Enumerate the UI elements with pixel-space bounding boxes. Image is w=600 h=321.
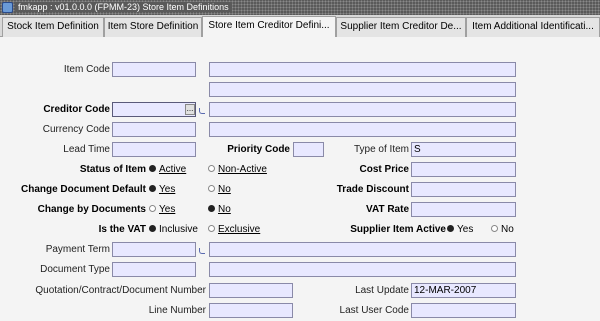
lead-time-field[interactable]: [112, 142, 196, 157]
item-code-label: Item Code: [63, 64, 110, 75]
vat-rate-field[interactable]: [411, 202, 516, 217]
status-non-active-radio[interactable]: Non-Active: [208, 162, 267, 178]
window-title: fmkapp : v01.0.0.0 (FPMM-23) Store Item …: [15, 2, 232, 12]
status-of-item-label: Status of Item: [79, 164, 146, 175]
title-bar: fmkapp : v01.0.0.0 (FPMM-23) Store Item …: [0, 0, 600, 15]
supplier-active-no-radio[interactable]: No: [491, 222, 514, 238]
change-doc-default-yes-radio[interactable]: Yes: [149, 182, 175, 198]
priority-code-field[interactable]: [293, 142, 324, 157]
radio-selected-icon: [149, 224, 156, 232]
last-user-code-field[interactable]: [411, 303, 516, 318]
tab-strip: Stock Item Definition Item Store Definit…: [0, 15, 600, 38]
vat-rate-label: VAT Rate: [366, 204, 409, 215]
status-active-radio[interactable]: Active: [149, 162, 186, 178]
app-icon: [2, 2, 13, 13]
tab-supplier-item-creditor-definition[interactable]: Supplier Item Creditor De...: [336, 17, 466, 37]
change-document-default-label: Change Document Default: [20, 184, 146, 195]
change-by-documents-label: Change by Documents: [37, 204, 146, 215]
tab-item-store-definition[interactable]: Item Store Definition: [104, 17, 202, 37]
tab-stock-item-definition[interactable]: Stock Item Definition: [2, 17, 104, 37]
change-by-docs-no-radio[interactable]: No: [208, 202, 231, 218]
document-type-field[interactable]: [112, 262, 196, 277]
document-type-label: Document Type: [40, 264, 110, 275]
payment-term-label: Payment Term: [45, 244, 110, 255]
creditor-name-field[interactable]: [209, 102, 516, 117]
tab-item-additional-identification[interactable]: Item Additional Identificati...: [466, 17, 600, 37]
supplier-item-active-label: Supplier Item Active: [350, 224, 446, 235]
tab-store-item-creditor-definition[interactable]: Store Item Creditor Defini...: [202, 16, 336, 38]
change-doc-default-no-radio[interactable]: No: [208, 182, 231, 198]
item-code-field[interactable]: [112, 62, 196, 77]
lead-time-label: Lead Time: [63, 144, 110, 155]
quotation-number-field[interactable]: [209, 283, 293, 298]
type-of-item-field[interactable]: S: [411, 142, 516, 157]
cost-price-label: Cost Price: [359, 164, 409, 175]
trade-discount-label: Trade Discount: [336, 184, 409, 195]
link-icon: [199, 248, 205, 254]
radio-selected-icon: [149, 184, 156, 192]
creditor-code-label: Creditor Code: [43, 104, 110, 115]
item-description-field[interactable]: [209, 62, 516, 77]
change-by-docs-yes-radio[interactable]: Yes: [149, 202, 175, 218]
priority-code-label: Priority Code: [227, 144, 290, 155]
quotation-number-label: Quotation/Contract/Document Number: [35, 285, 206, 296]
last-user-code-label: Last User Code: [339, 305, 409, 316]
radio-selected-icon: [447, 224, 454, 232]
type-of-item-label: Type of Item: [353, 144, 409, 155]
radio-unselected-icon: [208, 224, 215, 232]
radio-unselected-icon: [208, 184, 215, 192]
last-update-field[interactable]: 12-MAR-2007: [411, 283, 516, 298]
radio-unselected-icon: [149, 204, 156, 212]
radio-unselected-icon: [208, 164, 215, 172]
supplier-active-yes-radio[interactable]: Yes: [447, 222, 473, 238]
radio-unselected-icon: [491, 224, 498, 232]
vat-inclusive-radio[interactable]: Inclusive: [149, 222, 198, 238]
trade-discount-field[interactable]: [411, 182, 516, 197]
radio-selected-icon: [208, 204, 215, 212]
payment-term-description-field[interactable]: [209, 242, 516, 257]
creditor-code-field[interactable]: [112, 102, 196, 117]
form-panel: Item Code Creditor Code ... Currency Cod…: [0, 37, 600, 321]
currency-code-field[interactable]: [112, 122, 196, 137]
document-type-description-field[interactable]: [209, 262, 516, 277]
link-icon: [199, 108, 205, 114]
radio-selected-icon: [149, 164, 156, 172]
line-number-field[interactable]: [209, 303, 293, 318]
line-number-label: Line Number: [148, 305, 206, 316]
last-update-label: Last Update: [355, 285, 409, 296]
currency-description-field[interactable]: [209, 122, 516, 137]
payment-term-field[interactable]: [112, 242, 196, 257]
cost-price-field[interactable]: [411, 162, 516, 177]
is-the-vat-label: Is the VAT: [98, 224, 146, 235]
currency-code-label: Currency Code: [42, 124, 110, 135]
item-description-field-2[interactable]: [209, 82, 516, 97]
vat-exclusive-radio[interactable]: Exclusive: [208, 222, 260, 238]
creditor-lov-button[interactable]: ...: [185, 104, 195, 115]
